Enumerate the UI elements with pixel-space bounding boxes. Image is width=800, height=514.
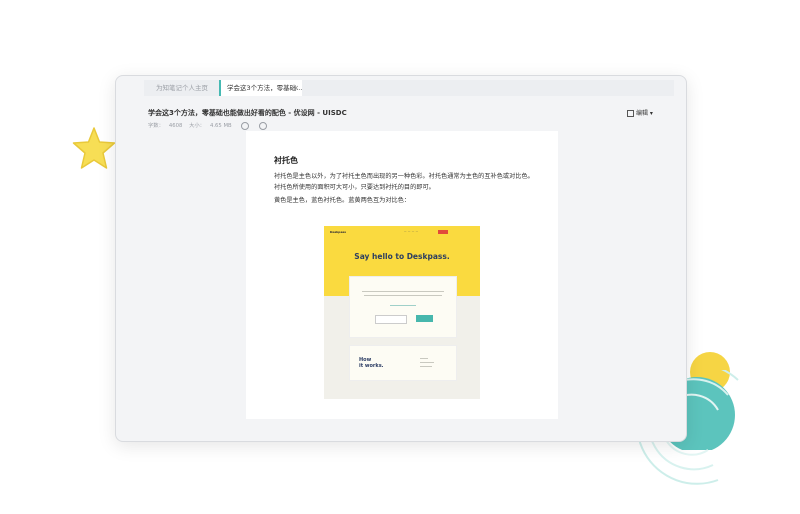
document-title: 学会这3个方法，零基础也能做出好看的配色 - 优设网 - UISDC	[148, 109, 347, 117]
embed-hero: Say hello to Deskpass.	[354, 252, 450, 261]
add-icon[interactable]	[259, 121, 268, 130]
word-count: 4608	[168, 123, 183, 129]
tab-label: 为知笔记个人主页	[156, 84, 208, 92]
word-count-label: 字数：	[148, 123, 164, 129]
document-meta: 字数： 4608 大小： 4.65 MB	[148, 121, 272, 130]
embedded-screenshot: Deskpass — — — — Say hello to Deskpass. …	[324, 226, 480, 399]
app-window: 为知笔记个人主页 学会这3个方法，零基础... × 学会这3个方法，零基础也能做…	[115, 75, 687, 442]
size-label: 大小：	[189, 123, 205, 129]
embed-input	[375, 315, 407, 324]
paragraph: 衬托色是主色以外，为了衬托主色而出现的另一种色彩。衬托色通常为主色的互补色或对比…	[274, 173, 534, 191]
embed-brand: Deskpass	[330, 230, 347, 234]
embed-nav-button	[438, 230, 448, 234]
close-icon[interactable]: ×	[293, 80, 299, 96]
info-icon[interactable]	[241, 121, 250, 130]
document-page: 衬托色 衬托色是主色以外，为了衬托主色而出现的另一种色彩。衬托色通常为主色的互补…	[246, 131, 558, 419]
file-size: 4.65 MB	[209, 123, 232, 129]
tab-bar: 为知笔记个人主页 学会这3个方法，零基础... ×	[144, 80, 674, 96]
embed-card: How it works.	[349, 345, 457, 381]
embed-button	[416, 315, 433, 322]
edit-label: 编辑	[636, 110, 649, 117]
tab-label: 学会这3个方法，零基础...	[227, 84, 303, 92]
embed-card	[349, 276, 457, 338]
section-heading: 衬托色	[274, 156, 298, 165]
edit-icon	[627, 110, 634, 117]
star-icon	[72, 127, 116, 169]
tab-active-article[interactable]: 学会这3个方法，零基础... ×	[219, 80, 302, 96]
edit-button[interactable]: 编辑 ▾	[627, 108, 653, 117]
embed-how-line: it works.	[359, 363, 384, 369]
embed-how-it-works: How it works.	[359, 357, 384, 369]
embed-nav: — — — —	[404, 230, 419, 233]
tab-personal-homepage[interactable]: 为知笔记个人主页	[156, 80, 208, 96]
paragraph: 黄色是主色，蓝色衬托色。蓝黄两色互为对比色：	[274, 197, 411, 204]
